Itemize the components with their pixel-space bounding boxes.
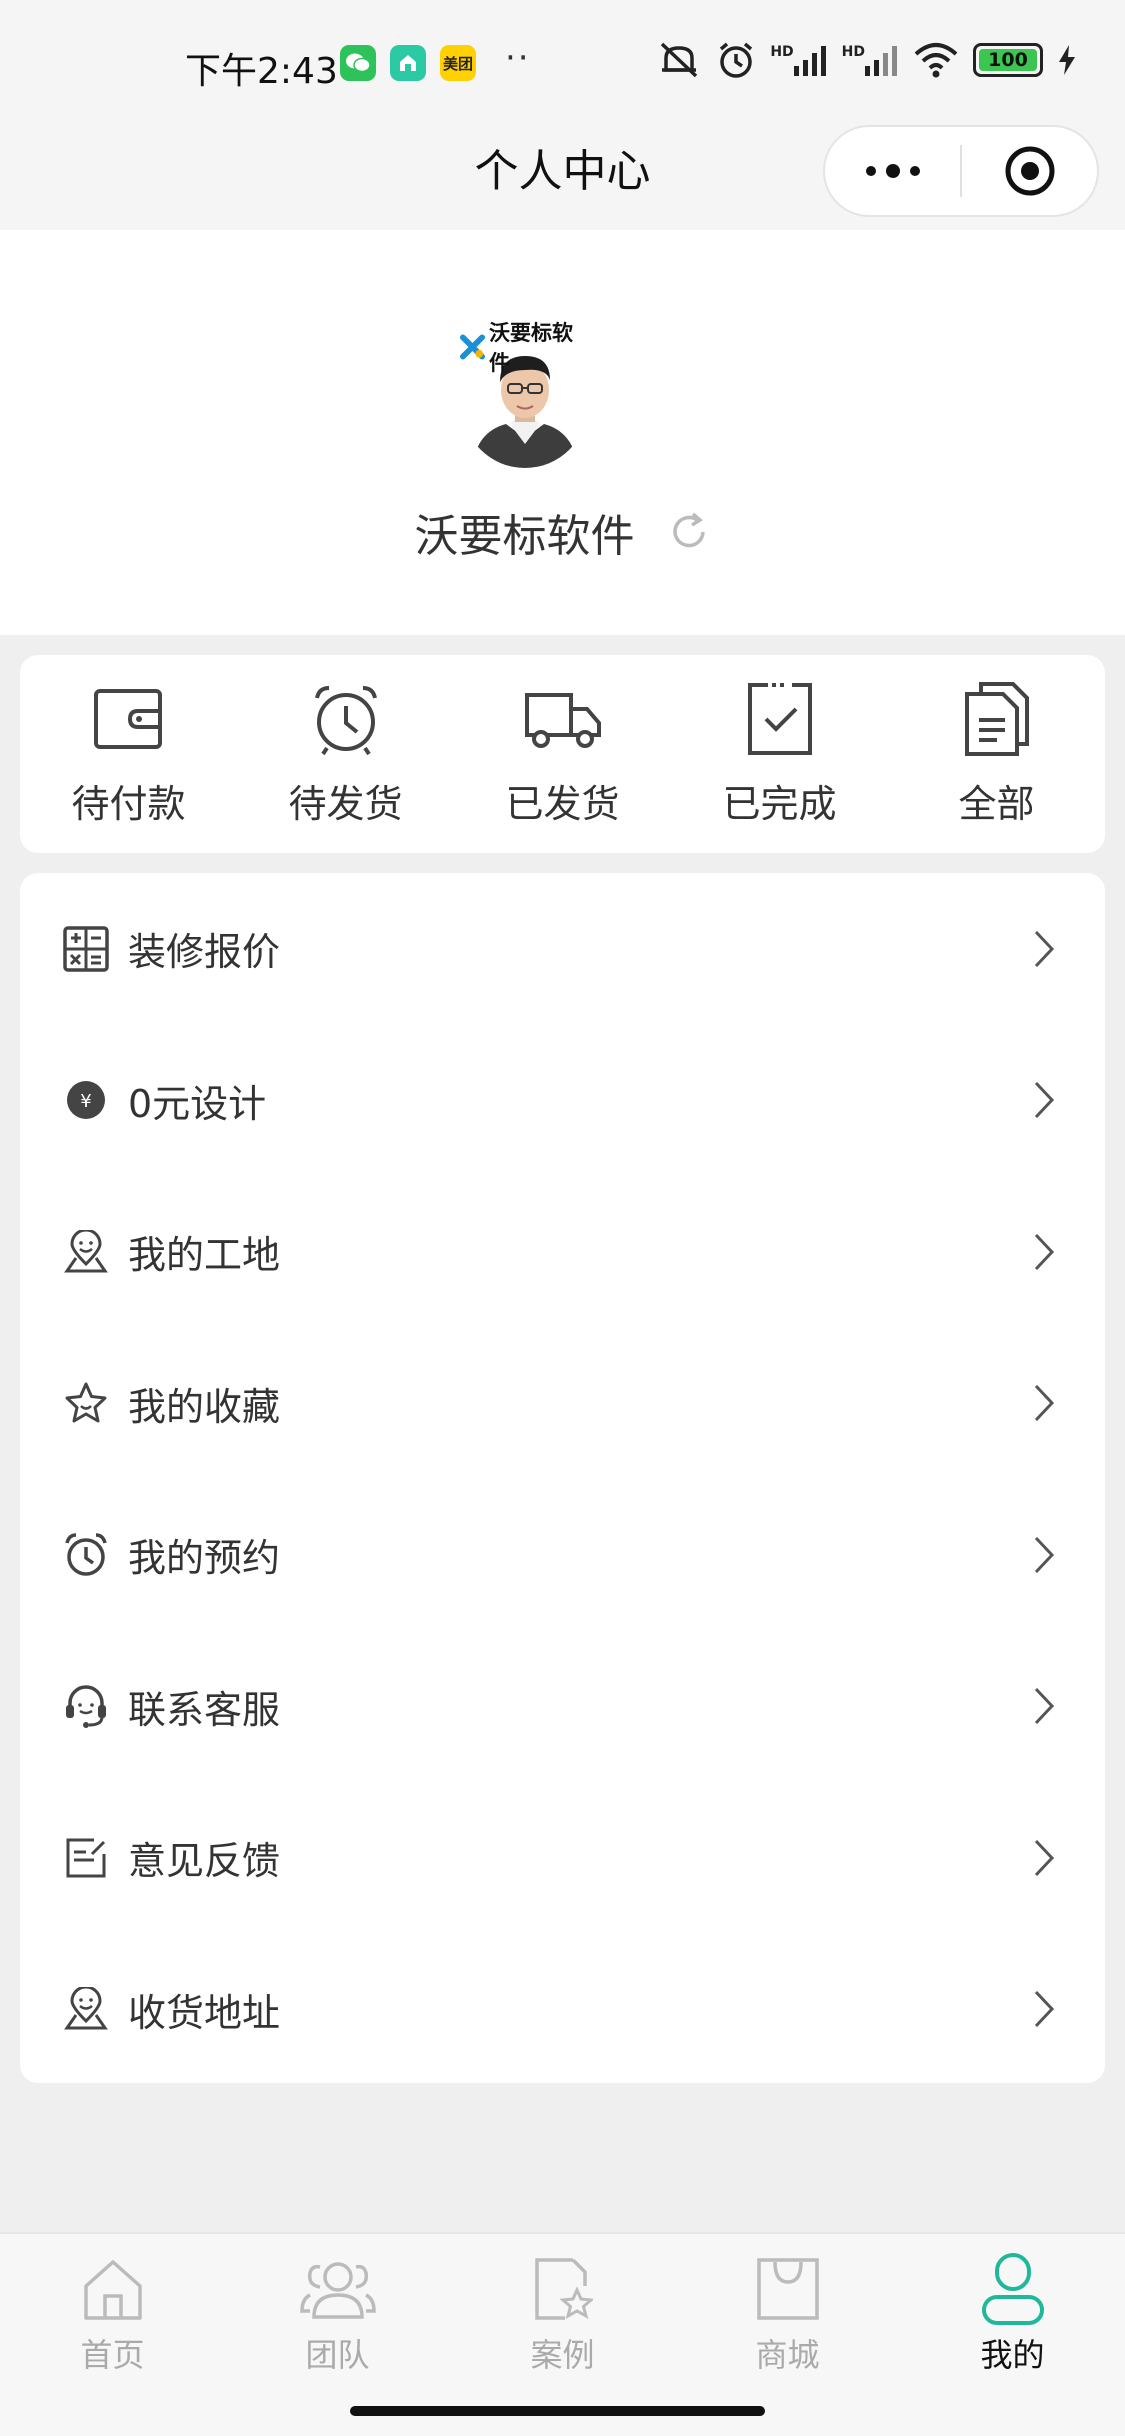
status-more: ·· [505,38,531,78]
truck-icon [524,693,601,748]
navigation-bar: 个人中心 [0,125,1125,230]
signal-icon-2: HD [842,44,899,76]
brand-logo: 沃要标软件 [460,321,590,375]
tab-label: 首页 [80,2336,145,2374]
tab-label: 商城 [755,2336,820,2374]
menu-free-design[interactable]: ¥ 0元设计 [20,1025,1105,1177]
tab-bar: 首页 团队 案例 商城 我的 [0,2232,1125,2392]
documents-icon [964,682,1029,756]
menu-shipping-address[interactable]: 收货地址 [20,1934,1105,2086]
menu-label: 我的工地 [128,1233,281,1278]
menu-customer-service[interactable]: 联系客服 [20,1631,1105,1783]
brand-mark-icon [460,334,485,360]
star-icon [65,1382,107,1423]
profile-card: 沃要标软件 沃要标软件 [0,230,1125,635]
order-pending-payment[interactable]: 待付款 [20,655,237,853]
order-status-panel: 待付款 待发货 已发货 已完成 全部 [20,655,1105,853]
wechat-app-icon [340,45,376,81]
team-icon [299,2262,376,2319]
miniprogram-capsule [823,125,1099,217]
menu-my-appointments[interactable]: 我的预约 [20,1479,1105,1631]
order-completed[interactable]: 已完成 [671,655,888,853]
home-icon [83,2260,142,2320]
alarm-clock-icon [314,686,377,756]
order-label: 待付款 [71,782,186,826]
chevron-right-icon [1034,1082,1055,1119]
menu-label: 意见反馈 [128,1839,281,1884]
calculator-icon [63,926,109,972]
tab-home[interactable]: 首页 [0,2234,225,2392]
wifi-icon [914,43,958,78]
meituan-app-icon: 美团 [440,45,476,81]
hd-label-1: HD [770,44,794,60]
tab-shop[interactable]: 商城 [675,2234,900,2392]
chevron-right-icon [1034,1233,1055,1270]
status-time: 下午2:43 [185,51,338,92]
menu-label: 我的预约 [128,1536,281,1581]
tab-label: 我的 [980,2336,1045,2374]
profile-icon [981,2253,1044,2325]
tab-profile[interactable]: 我的 [900,2234,1125,2392]
charging-icon [1059,45,1075,75]
order-label: 已发货 [505,782,620,826]
wallet-icon [93,689,162,749]
username-row: 沃要标软件 [0,500,1125,564]
menu-label: 0元设计 [128,1081,267,1126]
feedback-edit-icon [66,1838,106,1878]
menu-label: 联系客服 [128,1687,281,1732]
tab-label: 案例 [530,2336,595,2374]
meituan-label: 美团 [442,54,473,73]
status-system-icons: HD HD 100 [656,40,1077,80]
menu-label: 我的收藏 [128,1384,281,1429]
tab-label: 团队 [305,2336,370,2374]
menu-label: 收货地址 [128,1990,281,2035]
location-pin-icon [64,1229,108,1273]
chevron-right-icon [1034,1839,1055,1876]
chevron-right-icon [1034,1536,1055,1573]
house-app-icon [390,45,426,81]
tab-team[interactable]: 团队 [225,2234,450,2392]
battery-indicator: 100 [973,43,1043,77]
svg-text:¥: ¥ [80,1091,91,1112]
status-app-icons: 美团 [340,45,476,81]
headset-icon [66,1685,106,1729]
order-label: 待发货 [288,782,403,826]
menu-list: 装修报价 ¥ 0元设计 我的工地 我的收藏 我的预约 联系客服 意见反馈 收货地… [20,873,1105,2083]
clipboard-check-icon [747,683,812,755]
more-menu-button[interactable] [825,127,960,215]
home-indicator[interactable] [350,2406,765,2416]
order-label: 全部 [958,782,1035,826]
menu-my-site[interactable]: 我的工地 [20,1176,1105,1328]
close-miniprogram-button[interactable] [962,127,1097,215]
menu-feedback[interactable]: 意见反馈 [20,1782,1105,1934]
tab-cases[interactable]: 案例 [450,2234,675,2392]
order-shipped[interactable]: 已发货 [454,655,671,853]
order-all[interactable]: 全部 [888,655,1105,853]
signal-icon: HD [770,44,827,76]
location-pin-icon [64,1987,108,2030]
chevron-right-icon [1034,1688,1055,1725]
menu-label: 装修报价 [128,930,281,975]
menu-my-favorites[interactable]: 我的收藏 [20,1328,1105,1480]
yuan-coin-icon: ¥ [67,1081,105,1120]
chevron-right-icon [1034,1991,1055,2028]
order-label: 已完成 [722,782,837,826]
alarm-clock-icon [65,1533,107,1576]
alarm-status-icon [720,42,753,78]
hd-label-2: HD [841,44,865,60]
mute-icon [661,42,698,78]
username: 沃要标软件 [414,511,635,562]
brand-name: 沃要标软件 [489,321,573,375]
chevron-right-icon [1034,1385,1055,1422]
chevron-right-icon [1034,930,1055,967]
battery-level: 100 [988,49,1028,71]
refresh-icon[interactable] [667,510,711,554]
menu-decoration-quote[interactable]: 装修报价 [20,873,1105,1025]
shopping-bag-icon [756,2258,819,2320]
order-pending-shipment[interactable]: 待发货 [237,655,454,853]
more-dots-icon [865,164,920,178]
case-file-icon [534,2258,593,2320]
status-bar: 下午2:43 美团 ·· HD HD 100 [0,0,1125,125]
target-close-icon [1005,146,1054,196]
